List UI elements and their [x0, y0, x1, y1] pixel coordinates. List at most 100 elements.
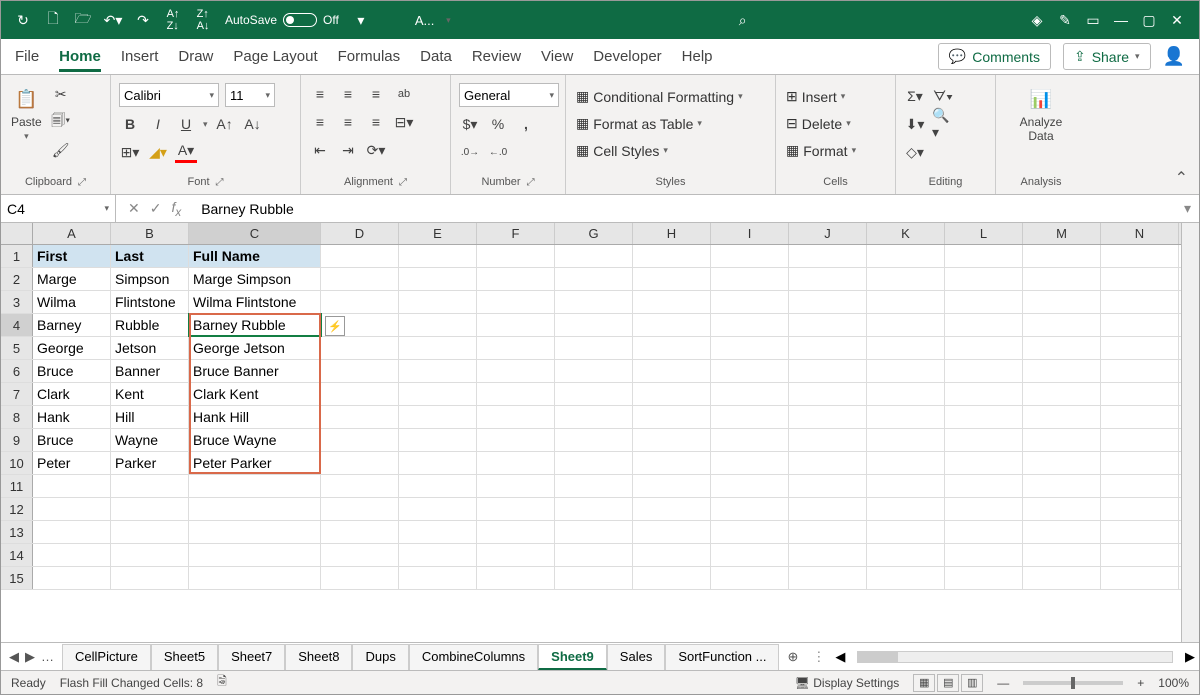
- percent-button[interactable]: %: [487, 113, 509, 135]
- cell-I4[interactable]: [711, 314, 789, 336]
- border-button[interactable]: ⊞▾: [119, 141, 141, 163]
- cell-B6[interactable]: Banner: [111, 360, 189, 382]
- cell-B10[interactable]: Parker: [111, 452, 189, 474]
- fill-button[interactable]: ⬇▾: [904, 113, 926, 135]
- cell-J15[interactable]: [789, 567, 867, 589]
- cell-D15[interactable]: [321, 567, 399, 589]
- cell-N11[interactable]: [1101, 475, 1179, 497]
- cell-F15[interactable]: [477, 567, 555, 589]
- cell-G7[interactable]: [555, 383, 633, 405]
- cell-B12[interactable]: [111, 498, 189, 520]
- select-all-corner[interactable]: [1, 223, 33, 244]
- cell-N7[interactable]: [1101, 383, 1179, 405]
- cell-M15[interactable]: [1023, 567, 1101, 589]
- cell-N1[interactable]: [1101, 245, 1179, 267]
- sheet-tab-sortfunction----[interactable]: SortFunction ...: [665, 644, 779, 670]
- collapse-ribbon-icon[interactable]: ⌃: [1175, 168, 1188, 188]
- cell-I8[interactable]: [711, 406, 789, 428]
- cell-C1[interactable]: Full Name: [189, 245, 321, 267]
- minimize-icon[interactable]: —: [1107, 6, 1135, 34]
- tab-view[interactable]: View: [541, 42, 573, 71]
- cell-F13[interactable]: [477, 521, 555, 543]
- hscroll-left-icon[interactable]: ◀: [831, 649, 849, 665]
- cell-M2[interactable]: [1023, 268, 1101, 290]
- cell-M5[interactable]: [1023, 337, 1101, 359]
- new-file-icon[interactable]: 🗋: [39, 6, 67, 34]
- merge-center-button[interactable]: ⊟▾: [393, 111, 415, 133]
- sheet-tab-sheet7[interactable]: Sheet7: [218, 644, 285, 670]
- column-header-L[interactable]: L: [945, 223, 1023, 244]
- conditional-formatting-button[interactable]: ▦Conditional Formatting▾: [574, 87, 745, 106]
- cell-D5[interactable]: [321, 337, 399, 359]
- cell-H8[interactable]: [633, 406, 711, 428]
- cell-I10[interactable]: [711, 452, 789, 474]
- cell-N8[interactable]: [1101, 406, 1179, 428]
- cell-N9[interactable]: [1101, 429, 1179, 451]
- cell-I1[interactable]: [711, 245, 789, 267]
- cell-G10[interactable]: [555, 452, 633, 474]
- add-sheet-button[interactable]: ⊕: [779, 649, 806, 665]
- cell-D1[interactable]: [321, 245, 399, 267]
- insert-cells-button[interactable]: ⊞Insert▾: [784, 87, 847, 106]
- tab-file[interactable]: File: [15, 42, 39, 71]
- cell-E5[interactable]: [399, 337, 477, 359]
- decrease-font-icon[interactable]: A↓: [242, 113, 264, 135]
- row-header[interactable]: 13: [1, 521, 33, 543]
- cell-J5[interactable]: [789, 337, 867, 359]
- row-header[interactable]: 14: [1, 544, 33, 566]
- cell-C9[interactable]: Bruce Wayne: [189, 429, 321, 451]
- tab-developer[interactable]: Developer: [593, 42, 661, 71]
- cell-A15[interactable]: [33, 567, 111, 589]
- cell-K15[interactable]: [867, 567, 945, 589]
- cell-D9[interactable]: [321, 429, 399, 451]
- cell-styles-button[interactable]: ▦Cell Styles▾: [574, 141, 670, 160]
- cell-A12[interactable]: [33, 498, 111, 520]
- cell-F10[interactable]: [477, 452, 555, 474]
- font-color-button[interactable]: A▾: [175, 141, 197, 163]
- cell-J3[interactable]: [789, 291, 867, 313]
- delete-cells-button[interactable]: ⊟Delete▾: [784, 114, 853, 133]
- formula-input[interactable]: Barney Rubble: [193, 201, 1176, 217]
- row-header[interactable]: 11: [1, 475, 33, 497]
- cell-M9[interactable]: [1023, 429, 1101, 451]
- cell-L3[interactable]: [945, 291, 1023, 313]
- column-header-I[interactable]: I: [711, 223, 789, 244]
- cell-D14[interactable]: [321, 544, 399, 566]
- cell-E7[interactable]: [399, 383, 477, 405]
- align-left-icon[interactable]: ≡: [309, 111, 331, 133]
- align-top-icon[interactable]: ≡: [309, 83, 331, 105]
- cell-D10[interactable]: [321, 452, 399, 474]
- bold-button[interactable]: B: [119, 113, 141, 135]
- cut-icon[interactable]: ✂: [50, 83, 72, 105]
- cell-C8[interactable]: Hank Hill: [189, 406, 321, 428]
- cell-M10[interactable]: [1023, 452, 1101, 474]
- column-header-J[interactable]: J: [789, 223, 867, 244]
- cell-A4[interactable]: Barney: [33, 314, 111, 336]
- cell-M6[interactable]: [1023, 360, 1101, 382]
- flash-fill-options-icon[interactable]: ⚡: [325, 316, 345, 336]
- share-button[interactable]: ⇪ Share ▾: [1063, 43, 1151, 70]
- cell-J1[interactable]: [789, 245, 867, 267]
- align-right-icon[interactable]: ≡: [365, 111, 387, 133]
- cell-H9[interactable]: [633, 429, 711, 451]
- cell-F12[interactable]: [477, 498, 555, 520]
- fx-icon[interactable]: fx: [171, 199, 181, 219]
- cell-E1[interactable]: [399, 245, 477, 267]
- cell-G9[interactable]: [555, 429, 633, 451]
- cell-N10[interactable]: [1101, 452, 1179, 474]
- format-painter-icon[interactable]: 🖌: [50, 139, 72, 161]
- cell-H7[interactable]: [633, 383, 711, 405]
- cell-G14[interactable]: [555, 544, 633, 566]
- cell-I13[interactable]: [711, 521, 789, 543]
- cell-C11[interactable]: [189, 475, 321, 497]
- cell-I12[interactable]: [711, 498, 789, 520]
- cell-F3[interactable]: [477, 291, 555, 313]
- cell-H13[interactable]: [633, 521, 711, 543]
- cell-J13[interactable]: [789, 521, 867, 543]
- sheet-next-icon[interactable]: ▶: [25, 649, 35, 665]
- accounting-button[interactable]: $▾: [459, 113, 481, 135]
- cell-B15[interactable]: [111, 567, 189, 589]
- cell-D3[interactable]: [321, 291, 399, 313]
- sort-asc-icon[interactable]: A↑Z↓: [159, 6, 187, 34]
- zoom-slider[interactable]: [1023, 681, 1123, 685]
